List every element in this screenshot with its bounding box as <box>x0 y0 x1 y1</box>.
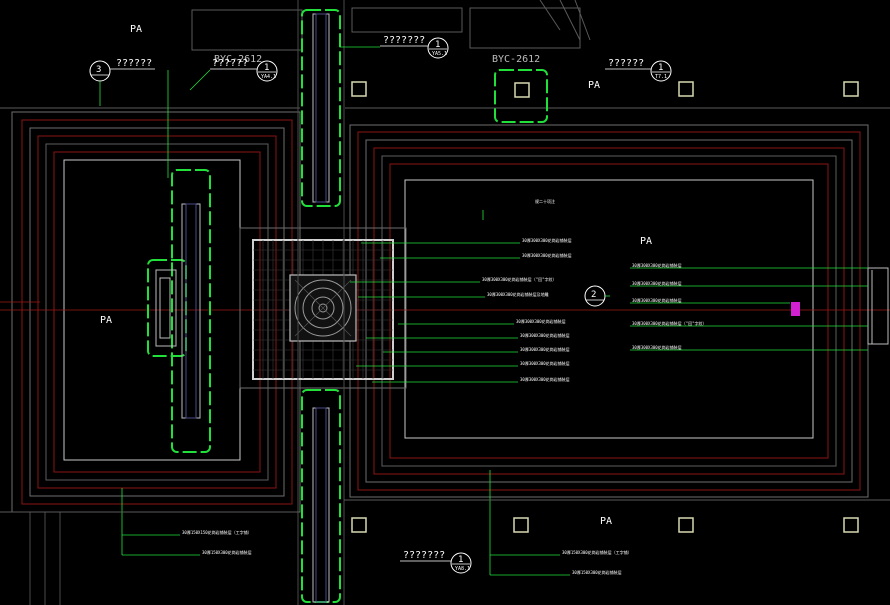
drawing-background <box>0 0 890 605</box>
callout-text: ?????? <box>608 58 644 69</box>
callout-sub: T7.1 <box>655 74 667 80</box>
annotation-note: 30厚300X300花岗岩铺装层（"回"字纹） <box>482 276 557 282</box>
annotation-note: 30厚300X300花岗岩铺装层 <box>632 297 682 303</box>
callout-text: ??????? <box>383 35 425 46</box>
callout-text: ?????? <box>116 58 152 69</box>
annotation-note: 30厚150X300花岗岩铺装层 <box>202 549 252 555</box>
callout-number: 1 <box>658 63 663 73</box>
annotation-note: 30厚150X300花岗岩铺装层（工字铺） <box>562 549 632 555</box>
annotation-note: 30厚300X300花岗岩铺装层 <box>632 344 682 350</box>
magenta-marker <box>791 302 800 316</box>
block-label: BYC-2612 <box>492 54 540 65</box>
annotation-note: 30厚300X300花岗岩铺装层 <box>520 346 570 352</box>
annotation-note: 30厚300X300花岗岩铺装层 <box>522 252 572 258</box>
callout-text: ??????? <box>403 550 445 561</box>
cad-drawing-canvas[interactable]: PA PA PA PA PA BYC-2612 BYC-2612 3 ?????… <box>0 0 890 605</box>
callout-number: 1 <box>435 40 440 50</box>
callout-sub: YA4.1 <box>261 74 276 80</box>
annotation-note: 30厚300X300花岗岩铺装层 <box>520 360 570 366</box>
annotation-note: 30厚300X300花岗岩铺装层（"回"字纹） <box>632 320 707 326</box>
area-label: PA <box>130 24 142 35</box>
annotation-note: 30厚300X300花岗岩铺装层 <box>632 280 682 286</box>
annotation-note: 30厚300X300花岗岩铺装层及地雕 <box>487 291 549 297</box>
callout-sub: YA5.1 <box>432 51 447 57</box>
callout-number: 2 <box>591 290 596 300</box>
callout-sub: YA8.1 <box>455 566 470 572</box>
area-label: PA <box>640 236 652 247</box>
annotation-note: 30厚150X300花岗岩铺装层 <box>572 569 622 575</box>
annotation-note: 30厚150X150花岗岩铺装层（工字铺） <box>182 529 252 535</box>
area-label: PA <box>600 516 612 527</box>
annotation-note: 30厚300X300花岗岩铺装层 <box>516 318 566 324</box>
callout-text: ?????? <box>212 58 248 69</box>
area-label: PA <box>588 80 600 91</box>
annotation-note: 30厚300X300花岗岩铺装层 <box>632 262 682 268</box>
callout-number: 3 <box>96 65 101 75</box>
annotation-note: 30厚300X300花岗岩铺装层 <box>522 237 572 243</box>
annotation-note: 30厚300X300花岗岩铺装层 <box>520 376 570 382</box>
annotation-note: 30厚300X300花岗岩铺装层 <box>520 332 570 338</box>
area-label: PA <box>100 315 112 326</box>
annotation-note: 规二十项注 <box>535 198 555 204</box>
callout-number: 1 <box>458 555 463 565</box>
callout-number: 1 <box>264 63 269 73</box>
